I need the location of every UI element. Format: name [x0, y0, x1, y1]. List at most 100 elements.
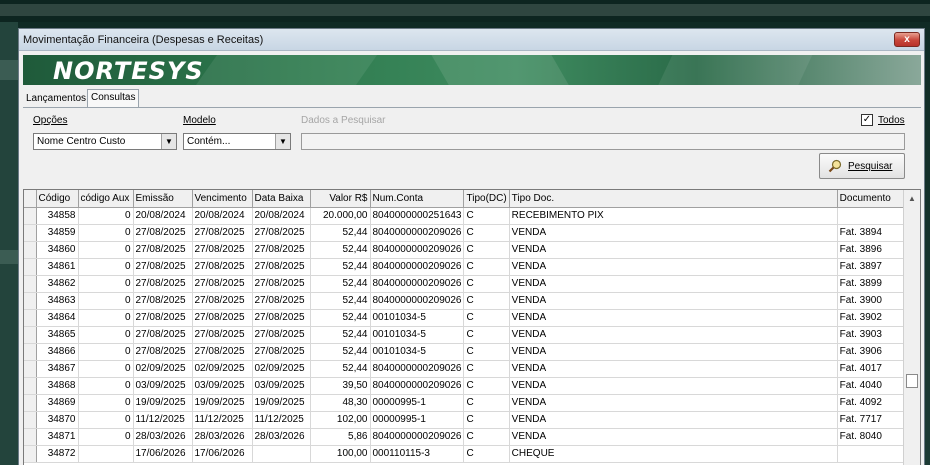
table-row[interactable]: 34865 0 27/08/2025 27/08/2025 27/08/2025 52,4… — [24, 326, 912, 344]
cell-emissao: 27/08/2025 — [133, 241, 193, 259]
table-row[interactable]: 34872 17/06/2026 17/06/2026 100,00 000110115… — [24, 445, 912, 463]
cell-codigo-aux: 0 — [78, 377, 134, 395]
desktop-band — [0, 4, 930, 16]
table-row[interactable]: 34861 0 27/08/2025 27/08/2025 27/08/2025 52,4… — [24, 258, 912, 276]
table-row[interactable]: 34864 0 27/08/2025 27/08/2025 27/08/2025 52,4… — [24, 309, 912, 327]
cell-vencimento: 27/08/2025 — [192, 326, 253, 344]
row-indicator[interactable] — [24, 326, 37, 344]
cell-tipo-doc: VENDA — [509, 258, 838, 276]
col-header-data-baixa[interactable]: Data Baixa — [252, 190, 311, 208]
cell-data-baixa: 27/08/2025 — [252, 275, 311, 293]
cell-tipo-dc: C — [463, 292, 510, 310]
cell-num-conta: 8040000000209026 — [370, 258, 465, 276]
col-header-codigo-aux[interactable]: código Aux — [78, 190, 134, 208]
cell-data-baixa: 03/09/2025 — [252, 377, 311, 395]
row-indicator[interactable] — [24, 258, 37, 276]
scrollbar-thumb[interactable] — [906, 374, 918, 388]
cell-emissao: 20/08/2024 — [133, 207, 193, 225]
table-row[interactable]: 34869 0 19/09/2025 19/09/2025 19/09/2025 48,3… — [24, 394, 912, 412]
tab-consultas[interactable]: Consultas — [87, 89, 140, 108]
table-row[interactable]: 34862 0 27/08/2025 27/08/2025 27/08/2025 52,4… — [24, 275, 912, 293]
scroll-up-arrow-icon[interactable]: ▲ — [904, 190, 920, 207]
table-row[interactable]: 34870 0 11/12/2025 11/12/2025 11/12/2025 102,… — [24, 411, 912, 429]
header-row: Código código Aux Emissão Vencimento Dat… — [24, 190, 912, 208]
cell-documento: Fat. 7717 — [837, 411, 912, 429]
row-indicator[interactable] — [24, 241, 37, 259]
tab-lancamentos[interactable]: Lançamentos — [23, 91, 89, 107]
cell-num-conta: 8040000000209026 — [370, 241, 465, 259]
vertical-scrollbar[interactable]: ▲ — [903, 190, 920, 465]
table-body: 34858 0 20/08/2024 20/08/2024 20/08/2024 20.0… — [24, 207, 912, 463]
cell-num-conta: 8040000000251643 — [370, 207, 465, 225]
row-indicator[interactable] — [24, 360, 37, 378]
cell-codigo-aux: 0 — [78, 292, 134, 310]
col-header-codigo[interactable]: Código — [36, 190, 79, 208]
cell-codigo: 34866 — [36, 343, 79, 361]
cell-codigo-aux: 0 — [78, 343, 134, 361]
row-indicator[interactable] — [24, 377, 37, 395]
row-indicator[interactable] — [24, 394, 37, 412]
cell-vencimento: 27/08/2025 — [192, 275, 253, 293]
cell-codigo: 34860 — [36, 241, 79, 259]
cell-codigo: 34870 — [36, 411, 79, 429]
cell-num-conta: 8040000000209026 — [370, 428, 465, 446]
cell-valor: 52,44 — [310, 275, 371, 293]
row-indicator[interactable] — [24, 343, 37, 361]
table-row[interactable]: 34858 0 20/08/2024 20/08/2024 20/08/2024 20.0… — [24, 207, 912, 225]
chevron-down-icon[interactable]: ▼ — [275, 134, 290, 149]
cell-tipo-dc: C — [463, 360, 510, 378]
chevron-down-icon[interactable]: ▼ — [161, 134, 176, 149]
brand-logo: NORTESYS — [53, 57, 204, 85]
cell-codigo-aux: 0 — [78, 258, 134, 276]
table-row[interactable]: 34866 0 27/08/2025 27/08/2025 27/08/2025 52,4… — [24, 343, 912, 361]
cell-codigo-aux: 0 — [78, 428, 134, 446]
title-bar[interactable]: Movimentação Financeira (Despesas e Rece… — [19, 29, 924, 51]
row-indicator[interactable] — [24, 224, 37, 242]
cell-emissao: 27/08/2025 — [133, 224, 193, 242]
opcoes-select[interactable]: Nome Centro Custo ▼ — [33, 133, 177, 150]
table-row[interactable]: 34868 0 03/09/2025 03/09/2025 03/09/2025 39,5… — [24, 377, 912, 395]
cell-codigo-aux: 0 — [78, 275, 134, 293]
cell-num-conta: 8040000000209026 — [370, 275, 465, 293]
row-indicator[interactable] — [24, 428, 37, 446]
col-header-valor[interactable]: Valor R$ — [310, 190, 371, 208]
row-indicator[interactable] — [24, 445, 37, 463]
row-indicator[interactable] — [24, 411, 37, 429]
modelo-select[interactable]: Contém... ▼ — [183, 133, 291, 150]
table-row[interactable]: 34863 0 27/08/2025 27/08/2025 27/08/2025 52,4… — [24, 292, 912, 310]
col-header-num-conta[interactable]: Num.Conta — [370, 190, 465, 208]
cell-documento: Fat. 3894 — [837, 224, 912, 242]
cell-num-conta: 00101034-5 — [370, 343, 465, 361]
table-row[interactable]: 34871 0 28/03/2026 28/03/2026 28/03/2026 5,86… — [24, 428, 912, 446]
col-header-documento[interactable]: Documento — [837, 190, 912, 208]
cell-documento: Fat. 3899 — [837, 275, 912, 293]
row-indicator[interactable] — [24, 275, 37, 293]
cell-data-baixa: 11/12/2025 — [252, 411, 311, 429]
search-button[interactable]: Pesquisar — [819, 153, 905, 179]
table-row[interactable]: 34860 0 27/08/2025 27/08/2025 27/08/2025 52,4… — [24, 241, 912, 259]
opcoes-value: Nome Centro Custo — [37, 136, 126, 147]
row-indicator[interactable] — [24, 292, 37, 310]
cell-valor: 52,44 — [310, 326, 371, 344]
row-indicator[interactable] — [24, 207, 37, 225]
cell-codigo: 34868 — [36, 377, 79, 395]
search-input[interactable] — [301, 133, 905, 150]
col-header-vencimento[interactable]: Vencimento — [192, 190, 253, 208]
cell-emissao: 27/08/2025 — [133, 275, 193, 293]
table-row[interactable]: 34867 0 02/09/2025 02/09/2025 02/09/2025 52,4… — [24, 360, 912, 378]
results-grid[interactable]: Código código Aux Emissão Vencimento Dat… — [23, 189, 921, 465]
cell-codigo-aux: 0 — [78, 309, 134, 327]
todos-checkbox[interactable]: ✓ — [861, 114, 873, 126]
search-icon — [828, 159, 842, 173]
col-header-emissao[interactable]: Emissão — [133, 190, 193, 208]
col-header-tipo-doc[interactable]: Tipo Doc. — [509, 190, 838, 208]
col-header-tipo-dc[interactable]: Tipo(DC) — [463, 190, 510, 208]
row-indicator[interactable] — [24, 309, 37, 327]
cell-tipo-doc: VENDA — [509, 411, 838, 429]
close-button[interactable]: x — [894, 32, 920, 47]
cell-codigo-aux: 0 — [78, 326, 134, 344]
search-button-label: Pesquisar — [848, 161, 893, 172]
table-row[interactable]: 34859 0 27/08/2025 27/08/2025 27/08/2025 52,4… — [24, 224, 912, 242]
cell-codigo-aux: 0 — [78, 207, 134, 225]
cell-emissao: 19/09/2025 — [133, 394, 193, 412]
